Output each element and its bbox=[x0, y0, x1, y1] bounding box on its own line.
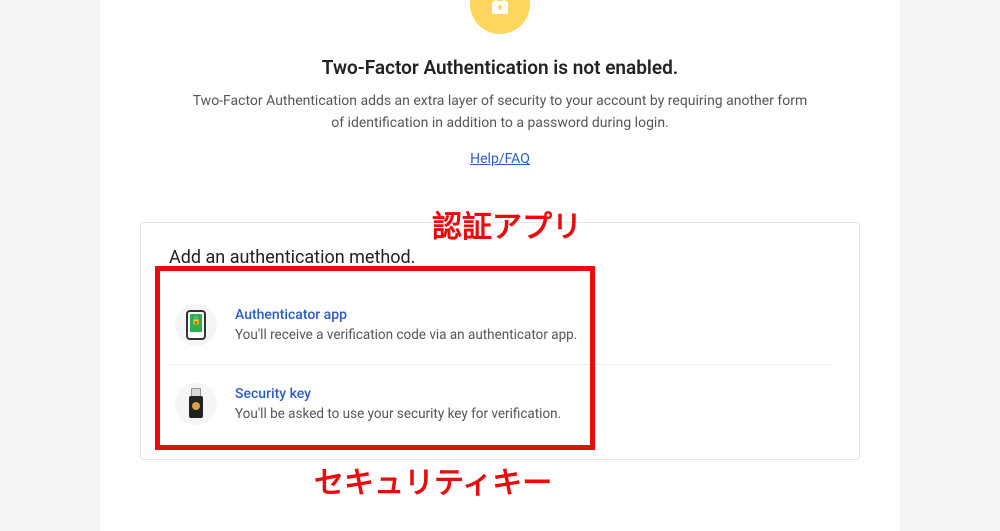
method-description: You'll be asked to use your security key… bbox=[235, 406, 825, 422]
usb-key-icon bbox=[175, 383, 217, 425]
method-title: Authenticator app bbox=[235, 307, 825, 323]
page-description: Two-Factor Authentication adds an extra … bbox=[190, 91, 810, 134]
method-authenticator-app[interactable]: Authenticator app You'll receive a verif… bbox=[169, 286, 831, 364]
help-faq-link[interactable]: Help/FAQ bbox=[470, 151, 530, 167]
settings-page: Two-Factor Authentication is not enabled… bbox=[100, 0, 900, 531]
header-icon-wrap bbox=[100, 0, 900, 34]
card-title: Add an authentication method. bbox=[169, 247, 831, 268]
method-title: Security key bbox=[235, 386, 825, 402]
method-security-key[interactable]: Security key You'll be asked to use your… bbox=[169, 364, 831, 443]
page-title: Two-Factor Authentication is not enabled… bbox=[100, 56, 900, 79]
auth-methods-card: Add an authentication method. Authentica… bbox=[140, 222, 860, 460]
method-description: You'll receive a verification code via a… bbox=[235, 327, 825, 343]
lock-icon bbox=[470, 0, 530, 34]
phone-authenticator-icon bbox=[175, 304, 217, 346]
